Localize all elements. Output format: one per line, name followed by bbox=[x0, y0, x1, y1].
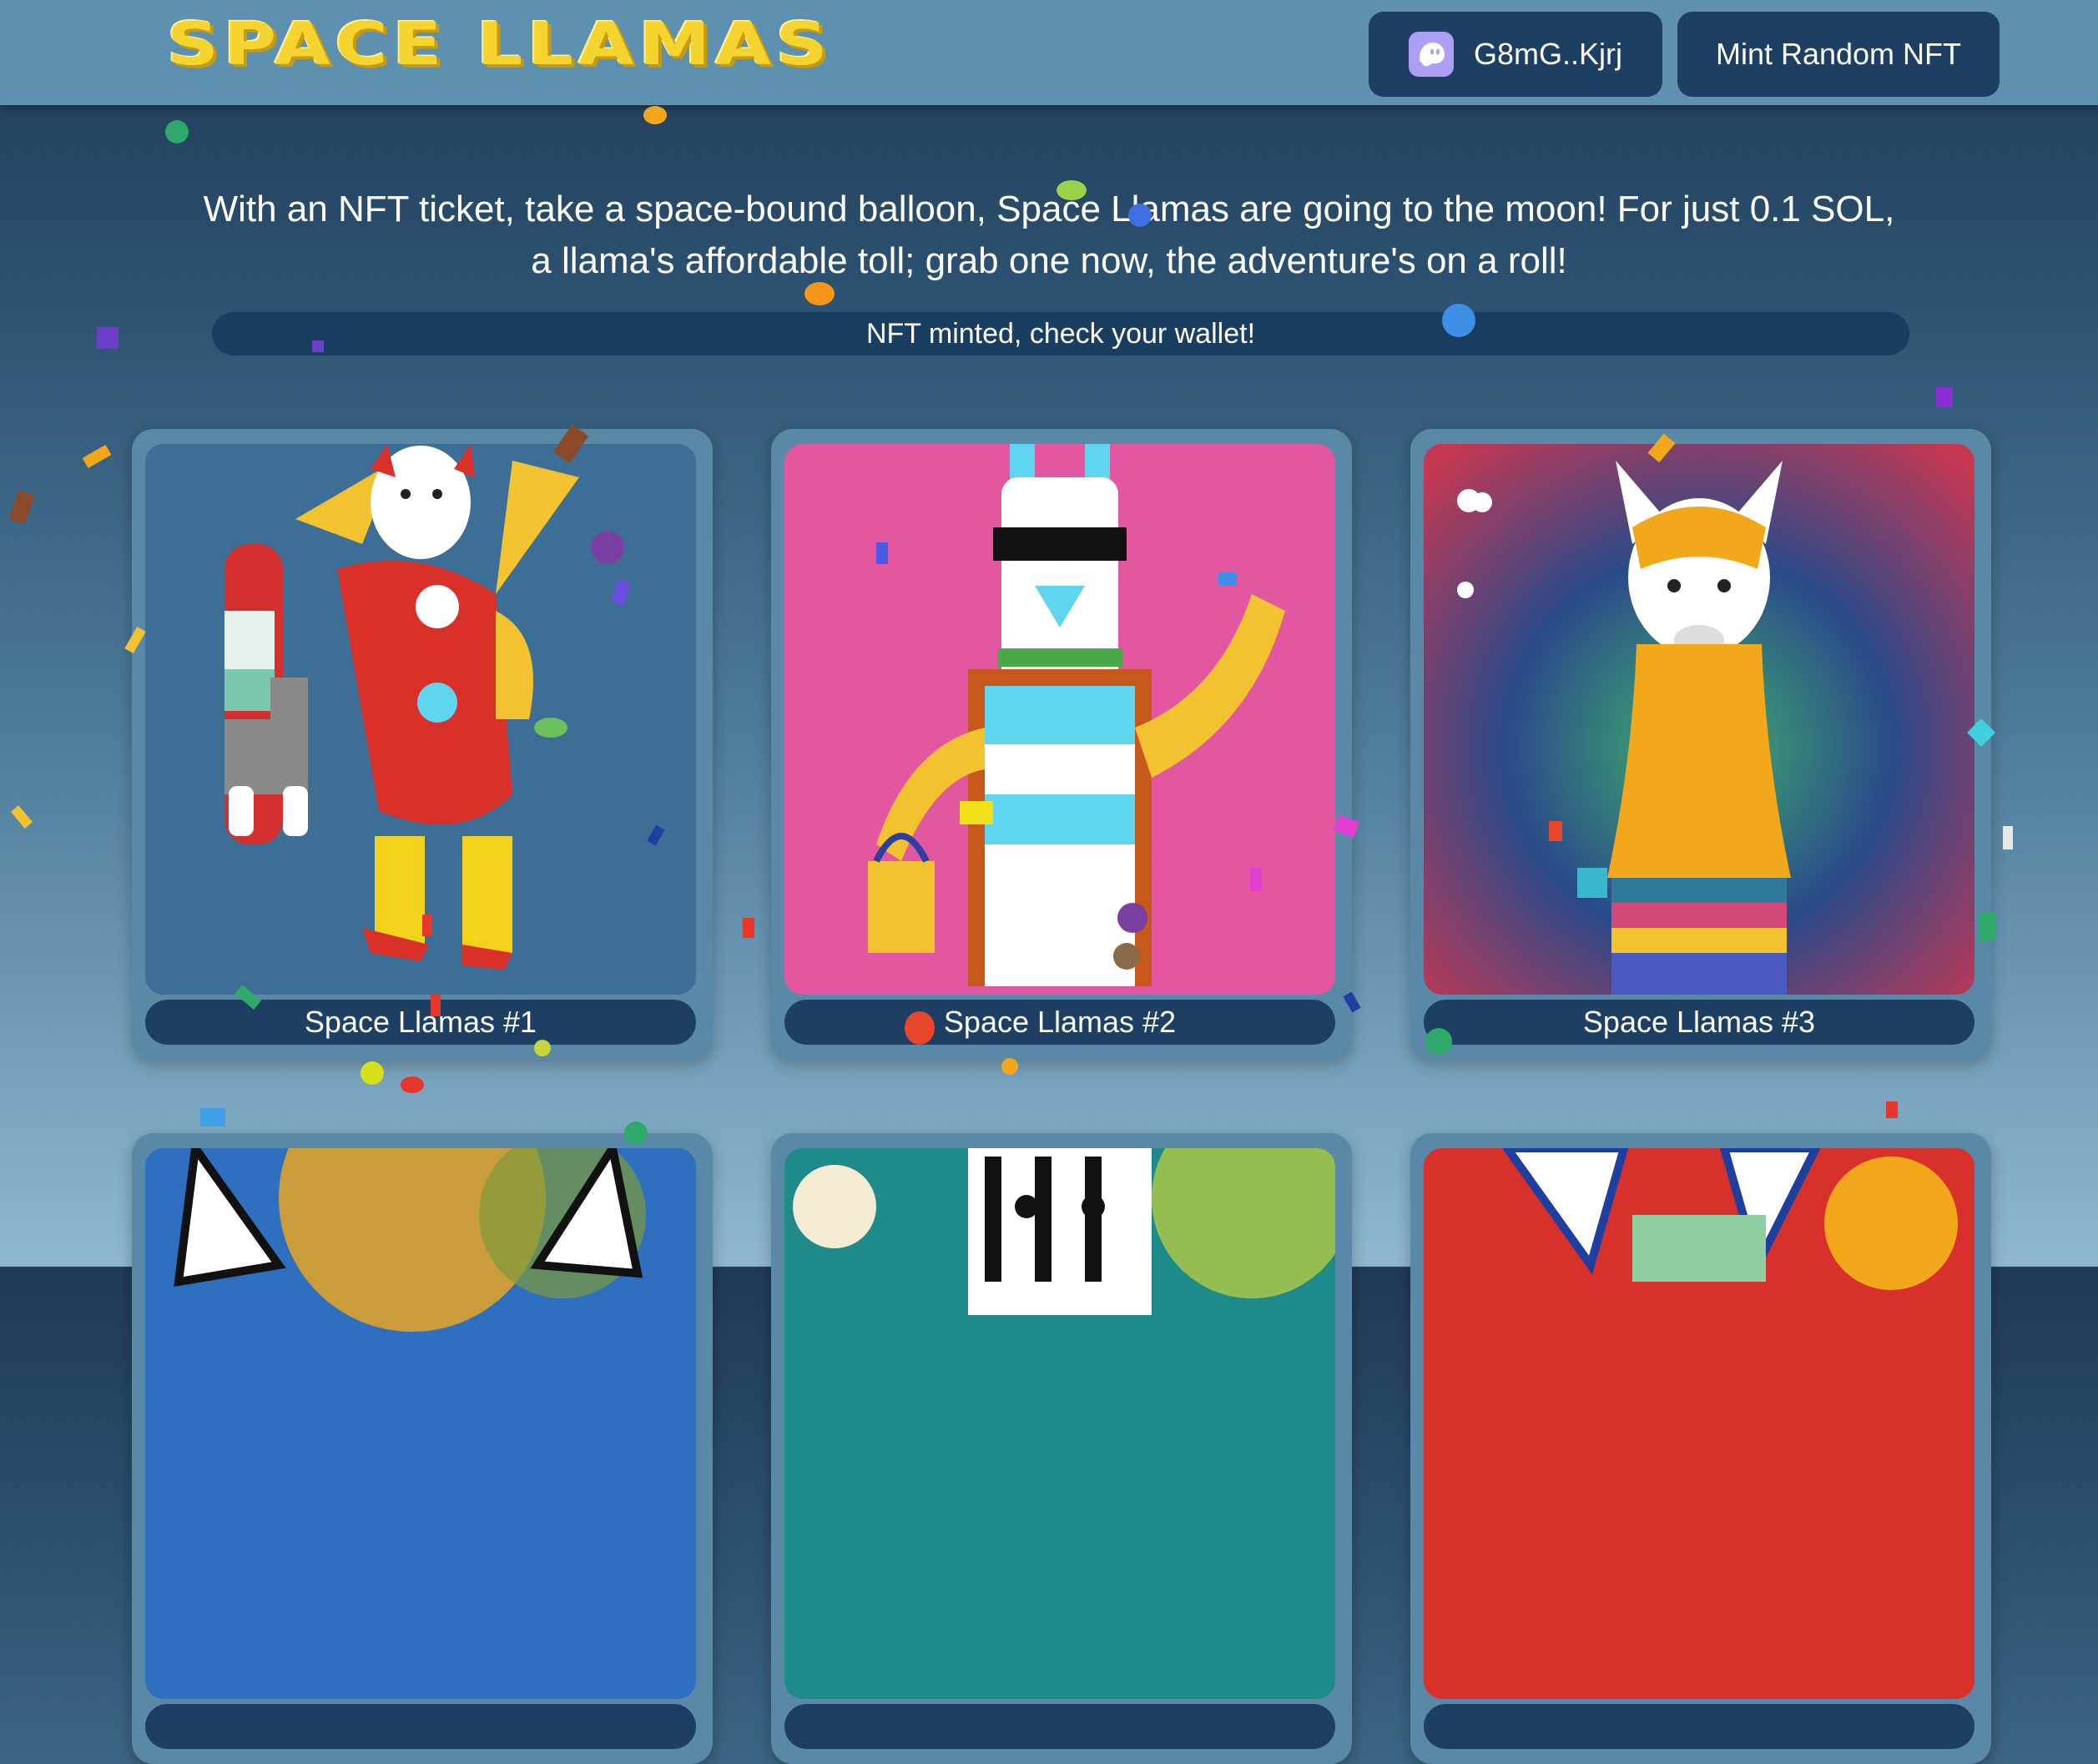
phantom-ghost-icon bbox=[1408, 32, 1454, 77]
nft-title bbox=[784, 1704, 1335, 1749]
wallet-button[interactable]: G8mG..Kjrj bbox=[1369, 12, 1662, 97]
nft-image bbox=[784, 444, 1335, 995]
nft-title: Space Llamas #2 bbox=[784, 1000, 1335, 1045]
nft-title bbox=[145, 1704, 696, 1749]
wallet-address: G8mG..Kjrj bbox=[1473, 37, 1622, 71]
site-logo: SPACE LLAMAS bbox=[167, 10, 833, 79]
nft-card[interactable] bbox=[1410, 1133, 1991, 1764]
nft-image bbox=[784, 1148, 1335, 1699]
intro-text: With an NFT ticket, take a space-bound b… bbox=[203, 189, 1895, 281]
nft-title bbox=[1424, 1704, 1974, 1749]
nft-image bbox=[1424, 1148, 1974, 1699]
nft-title: Space Llamas #3 bbox=[1424, 1000, 1974, 1045]
nft-card[interactable]: Space Llamas #1 bbox=[132, 429, 713, 1060]
top-bar: SPACE LLAMAS G8mG..Kjrj Mint Random NFT bbox=[0, 0, 2098, 105]
mint-random-nft-button[interactable]: Mint Random NFT bbox=[1677, 12, 2000, 97]
nft-image bbox=[1424, 444, 1974, 995]
nft-card[interactable] bbox=[771, 1133, 1352, 1764]
nft-title: Space Llamas #1 bbox=[145, 1000, 696, 1045]
mint-status-banner: NFT minted, check your wallet! bbox=[212, 312, 1909, 355]
nft-image bbox=[145, 1148, 696, 1699]
nft-card[interactable]: Space Llamas #2 bbox=[771, 429, 1352, 1060]
nft-card[interactable]: Space Llamas #3 bbox=[1410, 429, 1991, 1060]
nft-card[interactable] bbox=[132, 1133, 713, 1764]
nft-image bbox=[145, 444, 696, 995]
